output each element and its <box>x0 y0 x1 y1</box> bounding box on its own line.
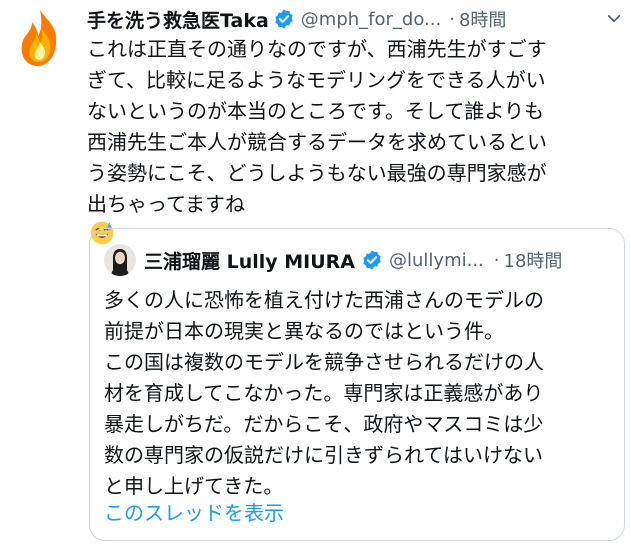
tweet-text-line: う姿勢にこそ、どうしようもない最強の専門家感が <box>87 161 547 185</box>
person-avatar-icon <box>104 244 136 276</box>
avatar[interactable] <box>8 6 72 70</box>
quoted-text-line: この国は複数のモデルを競争させられるだけの人 <box>104 350 544 374</box>
quoted-text-line: 材を育成してこなかった。専門家は正義感があり <box>104 381 544 405</box>
tweet-text-line: ぎて、比較に足るようなモデリングをできる人がい <box>87 68 546 92</box>
author-handle[interactable]: @mph_for_do... <box>301 9 441 30</box>
quoted-avatar <box>104 244 136 276</box>
tweet-text: これは正直その通りなのですが、西浦先生がすごす ぎて、比較に足るようなモデリング… <box>87 34 627 246</box>
quoted-author-name: 三浦瑠麗 Lully MIURA <box>144 250 356 273</box>
quoted-author-handle: @lullymi... <box>389 249 484 271</box>
verified-badge-icon <box>273 8 295 30</box>
tweet-header: 手を洗う救急医Taka @mph_for_do... · 8時間 <box>87 4 627 34</box>
tweet-text-line: 出ちゃってますね <box>87 192 245 216</box>
verified-badge-icon <box>361 249 383 271</box>
show-thread-link[interactable]: このスレッドを表示 <box>104 497 284 526</box>
quoted-text-line: 多くの人に恐怖を植え付けた西浦さんのモデルの <box>104 288 544 312</box>
separator-dot: · <box>493 249 500 271</box>
quoted-timestamp: 18時間 <box>503 251 563 272</box>
quoted-text-line: 数の専門家の仮説だけに引きずられてはいけない <box>104 443 543 467</box>
separator-dot: · <box>449 8 455 30</box>
quoted-text-line: 前提が日本の現実と異なるのではという件。 <box>104 319 504 343</box>
author-name[interactable]: 手を洗う救急医Taka <box>87 6 269 33</box>
quoted-tweet[interactable]: 三浦瑠麗 Lully MIURA @lullymi... · 18時間 多くの人… <box>89 228 625 541</box>
chevron-down-icon[interactable] <box>605 10 623 28</box>
tweet-text-line: ないというのが本当のところです。そして誰よりも <box>87 99 544 123</box>
tweet-text-line: 西浦先生ご本人が競合するデータを求めているとい <box>87 130 547 154</box>
quoted-tweet-text: 多くの人に恐怖を植え付けた西浦さんのモデルの 前提が日本の現実と異なるのではとい… <box>104 285 614 502</box>
timestamp[interactable]: 8時間 <box>459 6 506 32</box>
flame-avatar-icon <box>8 6 72 70</box>
quoted-text-line: 暴走しがちだ。だからこそ、政府やマスコミは少 <box>104 412 544 436</box>
quoted-tweet-header: 三浦瑠麗 Lully MIURA @lullymi... · 18時間 <box>104 243 612 277</box>
tweet[interactable]: 手を洗う救急医Taka @mph_for_do... · 8時間 これは正直その… <box>0 0 631 551</box>
tweet-text-line: これは正直その通りなのですが、西浦先生がすごす <box>87 37 547 61</box>
